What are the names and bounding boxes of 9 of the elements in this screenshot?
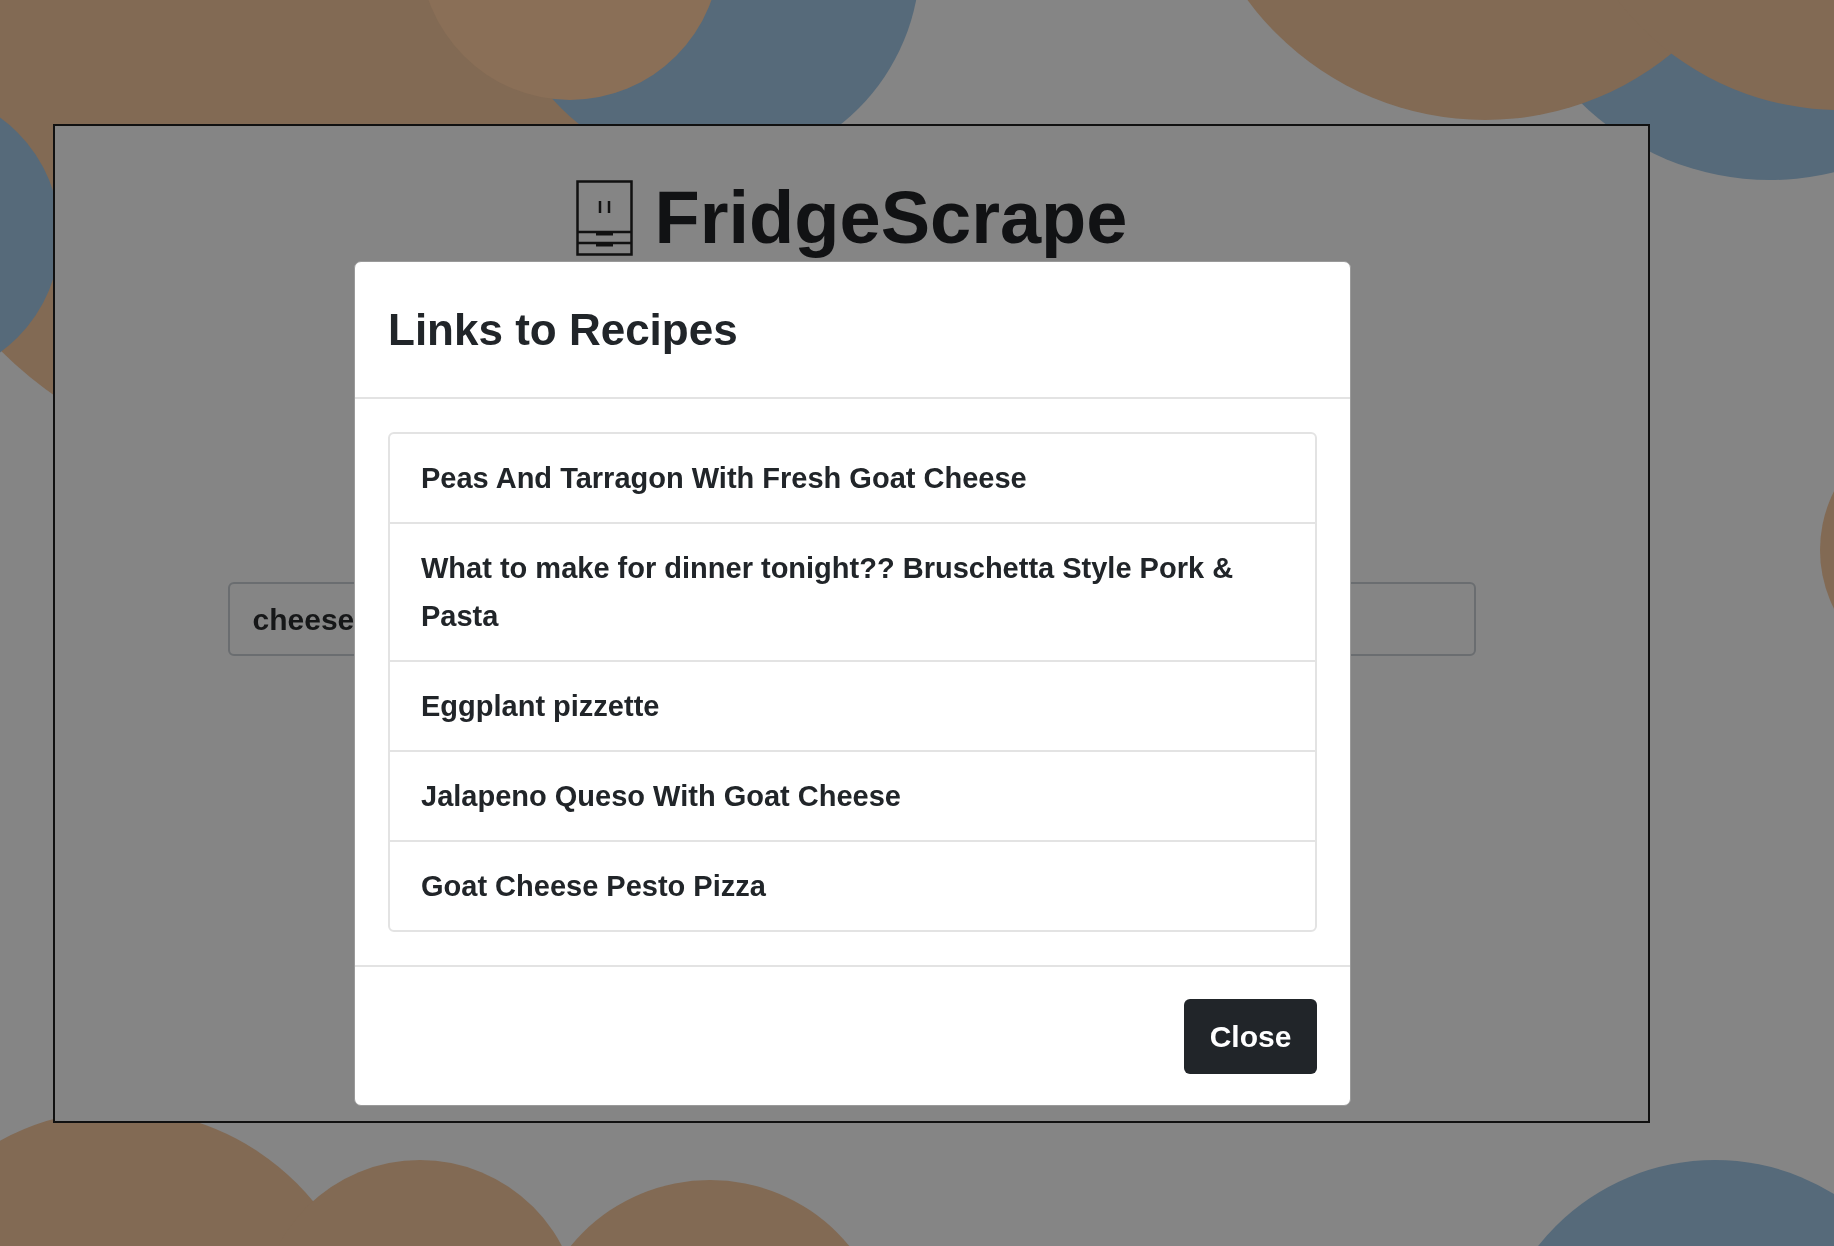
- recipe-link[interactable]: Eggplant pizzette: [390, 660, 1315, 750]
- recipe-link[interactable]: Jalapeno Queso With Goat Cheese: [390, 750, 1315, 840]
- search-value: cheese: [252, 601, 355, 638]
- recipe-link[interactable]: Peas And Tarragon With Fresh Goat Cheese: [390, 434, 1315, 522]
- recipe-link[interactable]: What to make for dinner tonight?? Bruschetta Style Pork & Pasta: [390, 522, 1315, 660]
- close-button[interactable]: Close: [1184, 998, 1317, 1074]
- modal-title: Links to Recipes: [388, 303, 738, 356]
- recipe-link[interactable]: Goat Cheese Pesto Pizza: [390, 840, 1315, 930]
- fridge-icon: [575, 180, 633, 256]
